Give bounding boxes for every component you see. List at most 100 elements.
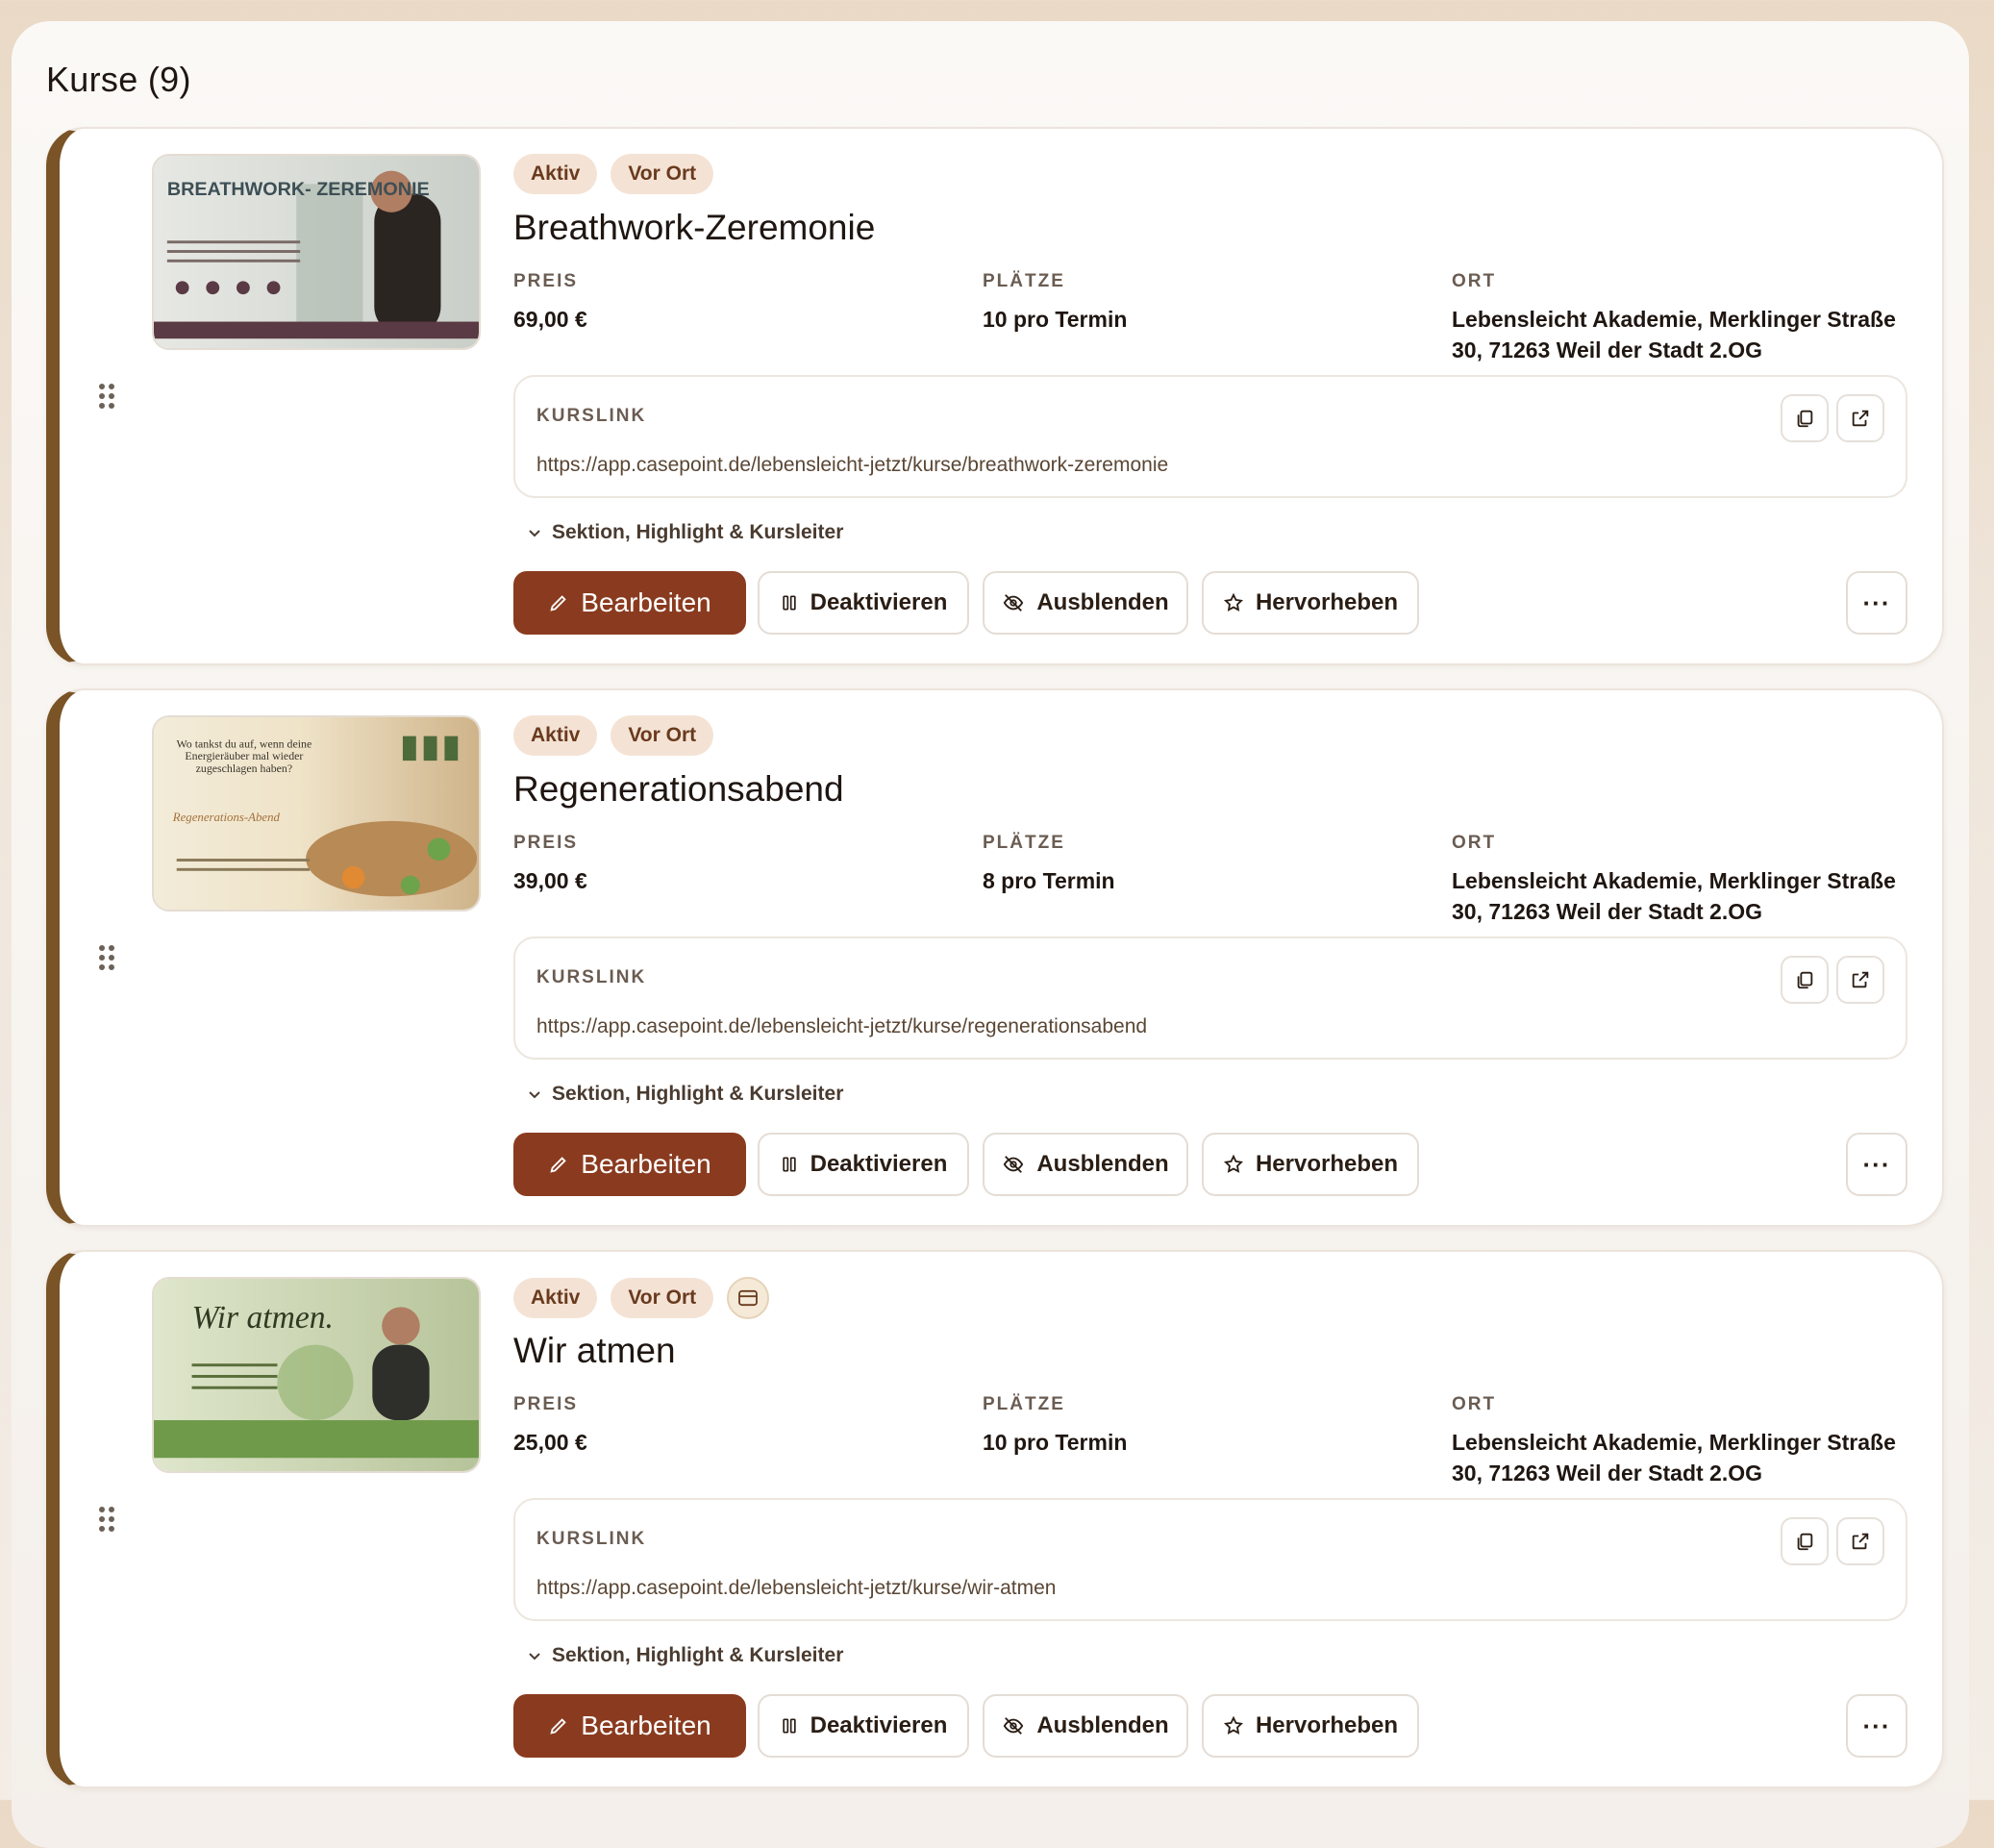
seats-field: PLÄTZE 8 pro Termin xyxy=(983,833,1115,896)
more-options-button[interactable]: ··· xyxy=(1846,1694,1907,1758)
course-link-box: KURSLINK https://app.casepoint.de/lebens… xyxy=(513,1498,1907,1621)
location-label: ORT xyxy=(1452,271,1497,291)
drag-handle-icon[interactable] xyxy=(98,944,121,975)
hide-button[interactable]: Ausblenden xyxy=(983,1133,1188,1196)
more-icon: ··· xyxy=(1862,1149,1891,1179)
status-badge: Aktiv xyxy=(513,154,598,194)
details-toggle-label: Sektion, Highlight & Kursleiter xyxy=(552,1083,844,1105)
seats-field: PLÄTZE 10 pro Termin xyxy=(983,1394,1127,1458)
price-label: PREIS xyxy=(513,1394,579,1414)
more-icon: ··· xyxy=(1862,1711,1891,1740)
location-field: ORT Lebensleicht Akademie, Merklinger St… xyxy=(1452,833,1923,927)
location-value: Lebensleicht Akademie, Merklinger Straße… xyxy=(1452,1430,1896,1486)
more-icon: ··· xyxy=(1862,587,1891,617)
seats-value: 10 pro Termin xyxy=(983,1430,1128,1455)
feature-button[interactable]: Hervorheben xyxy=(1202,571,1419,635)
course-link-url[interactable]: https://app.casepoint.de/lebensleicht-je… xyxy=(536,1577,1056,1600)
external-link-icon xyxy=(1852,410,1869,427)
seats-field: PLÄTZE 10 pro Termin xyxy=(983,271,1127,335)
pencil-icon xyxy=(550,1718,566,1735)
deactivate-button[interactable]: Deaktivieren xyxy=(758,1133,969,1196)
copy-link-button[interactable] xyxy=(1781,956,1829,1004)
price-field: PREIS 39,00 € xyxy=(513,833,587,896)
copy-icon xyxy=(1797,410,1813,428)
badges: Aktiv Vor Ort xyxy=(513,1277,770,1319)
course-link-box: KURSLINK https://app.casepoint.de/lebens… xyxy=(513,936,1907,1060)
external-link-icon xyxy=(1852,971,1869,988)
eye-off-icon xyxy=(1004,1156,1024,1173)
open-link-button[interactable] xyxy=(1836,1517,1884,1565)
badges: Aktiv Vor Ort xyxy=(513,715,714,756)
course-link-label: KURSLINK xyxy=(536,967,647,987)
pencil-icon xyxy=(550,1157,566,1173)
status-badge: Aktiv xyxy=(513,1278,598,1318)
location-type-badge: Vor Ort xyxy=(611,154,714,194)
copy-link-button[interactable] xyxy=(1781,1517,1829,1565)
hide-button[interactable]: Ausblenden xyxy=(983,1694,1188,1758)
edit-button[interactable]: Bearbeiten xyxy=(513,1133,746,1196)
pause-icon xyxy=(782,1718,796,1734)
drag-handle-icon[interactable] xyxy=(98,1506,121,1536)
feature-button[interactable]: Hervorheben xyxy=(1202,1133,1419,1196)
courses-panel: Kurse (9) BREATHWORK- ZEREMONIE Aktiv Vo… xyxy=(12,21,1969,1848)
price-field: PREIS 69,00 € xyxy=(513,271,587,335)
location-field: ORT Lebensleicht Akademie, Merklinger St… xyxy=(1452,1394,1923,1488)
course-title: Wir atmen xyxy=(513,1331,676,1370)
course-card: Wir atmen. Aktiv Vor Ort Wir atmen PREIS… xyxy=(46,1250,1944,1788)
thumbnail-text: BREATHWORK- ZEREMONIE xyxy=(167,179,430,200)
copy-link-button[interactable] xyxy=(1781,394,1829,442)
course-thumbnail[interactable]: Regenerations-Abend Wo tankst du auf, we… xyxy=(152,715,481,912)
course-title: Regenerationsabend xyxy=(513,769,844,809)
status-badge: Aktiv xyxy=(513,715,598,756)
details-toggle-label: Sektion, Highlight & Kursleiter xyxy=(552,521,844,543)
badges: Aktiv Vor Ort xyxy=(513,154,714,194)
edit-button[interactable]: Bearbeiten xyxy=(513,571,746,635)
hide-button[interactable]: Ausblenden xyxy=(983,571,1188,635)
price-value: 25,00 € xyxy=(513,1430,587,1455)
location-field: ORT Lebensleicht Akademie, Merklinger St… xyxy=(1452,271,1923,365)
open-link-button[interactable] xyxy=(1836,956,1884,1004)
star-icon xyxy=(1223,1154,1243,1173)
chevron-down-icon xyxy=(529,1653,540,1661)
pause-icon xyxy=(782,595,796,611)
course-thumbnail[interactable]: Wir atmen. xyxy=(152,1277,481,1473)
course-title: Breathwork-Zeremonie xyxy=(513,208,876,247)
open-link-button[interactable] xyxy=(1836,394,1884,442)
pencil-icon xyxy=(550,595,566,612)
deactivate-button[interactable]: Deaktivieren xyxy=(758,1694,969,1758)
seats-label: PLÄTZE xyxy=(983,271,1065,291)
eye-off-icon xyxy=(1004,594,1024,612)
course-link-url[interactable]: https://app.casepoint.de/lebensleicht-je… xyxy=(536,1015,1147,1038)
thumbnail-text: Wo tankst du auf, wenn deine Energieräub… xyxy=(176,737,312,775)
price-label: PREIS xyxy=(513,833,579,853)
more-options-button[interactable]: ··· xyxy=(1846,1133,1907,1196)
price-label: PREIS xyxy=(513,271,579,291)
details-toggle[interactable]: Sektion, Highlight & Kursleiter xyxy=(527,1644,843,1667)
course-card: Regenerations-Abend Wo tankst du auf, we… xyxy=(46,688,1944,1227)
location-type-badge: Vor Ort xyxy=(611,1278,714,1318)
location-label: ORT xyxy=(1452,833,1497,853)
seats-value: 10 pro Termin xyxy=(983,307,1128,332)
svg-text:Regenerations-Abend: Regenerations-Abend xyxy=(172,811,281,824)
page-title: Kurse (9) xyxy=(46,60,191,99)
seats-value: 8 pro Termin xyxy=(983,868,1115,893)
price-value: 39,00 € xyxy=(513,868,587,893)
edit-button[interactable]: Bearbeiten xyxy=(513,1694,746,1758)
course-thumbnail[interactable]: BREATHWORK- ZEREMONIE xyxy=(152,154,481,350)
pause-icon xyxy=(782,1157,796,1172)
location-value: Lebensleicht Akademie, Merklinger Straße… xyxy=(1452,868,1896,924)
star-icon xyxy=(1223,1715,1243,1735)
drag-handle-icon[interactable] xyxy=(98,383,121,413)
course-link-url[interactable]: https://app.casepoint.de/lebensleicht-je… xyxy=(536,454,1168,477)
details-toggle[interactable]: Sektion, Highlight & Kursleiter xyxy=(527,1083,843,1106)
deactivate-button[interactable]: Deaktivieren xyxy=(758,571,969,635)
details-toggle-label: Sektion, Highlight & Kursleiter xyxy=(552,1644,844,1666)
more-options-button[interactable]: ··· xyxy=(1846,571,1907,635)
chevron-down-icon xyxy=(529,530,540,537)
feature-button[interactable]: Hervorheben xyxy=(1202,1694,1419,1758)
copy-icon xyxy=(1797,1533,1813,1551)
location-label: ORT xyxy=(1452,1394,1497,1414)
details-toggle[interactable]: Sektion, Highlight & Kursleiter xyxy=(527,521,843,544)
seats-label: PLÄTZE xyxy=(983,833,1065,853)
course-link-box: KURSLINK https://app.casepoint.de/lebens… xyxy=(513,375,1907,498)
